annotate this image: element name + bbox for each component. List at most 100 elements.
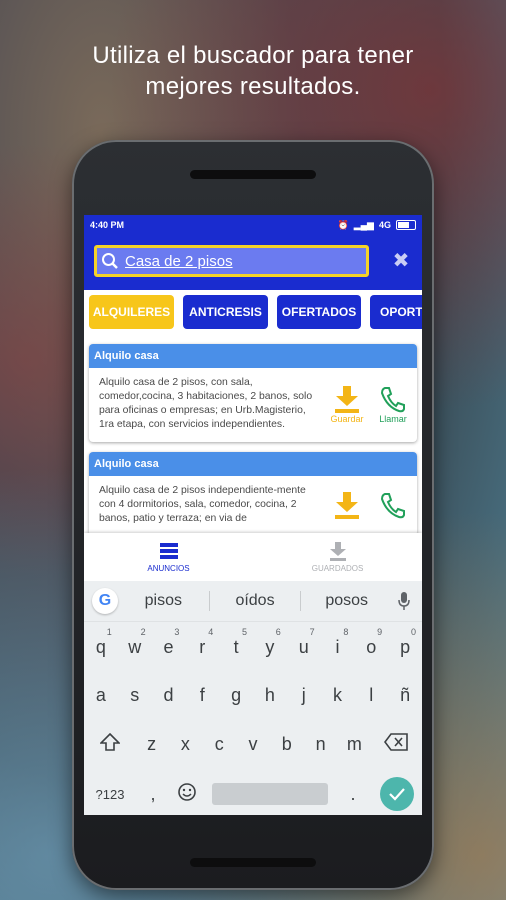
- status-bar: 4:40 PM ⏰ ▂▄▆ 4G: [84, 215, 422, 235]
- tab-oportunidades[interactable]: OPORTU: [370, 295, 422, 329]
- key-hint: 1: [106, 627, 112, 637]
- checkmark-icon: [389, 788, 405, 801]
- key-row-4: ?123 , .: [84, 777, 422, 811]
- nav-anuncios[interactable]: ANUNCIOS: [84, 533, 253, 581]
- key[interactable]: t5: [219, 627, 253, 658]
- promo-headline: Utiliza el buscador para tener mejores r…: [0, 40, 506, 102]
- google-icon[interactable]: G: [92, 588, 118, 614]
- symbols-key[interactable]: ?123: [84, 787, 136, 802]
- key[interactable]: v: [236, 734, 270, 755]
- headline-line-1: Utiliza el buscador para tener: [92, 42, 414, 69]
- battery-icon: [396, 220, 416, 230]
- key-hint: 5: [241, 627, 247, 637]
- emoji-icon[interactable]: [170, 782, 204, 807]
- key[interactable]: d: [152, 685, 186, 706]
- call-button[interactable]: Llamar: [375, 384, 411, 424]
- category-tabs: ALQUILERES ANTICRESIS OFERTADOS OPORTU: [84, 290, 422, 336]
- tab-alquileres[interactable]: ALQUILERES: [89, 295, 174, 329]
- nav-guardados[interactable]: GUARDADOS: [253, 533, 422, 581]
- listing-list: Alquilo casa Alquilo casa de 2 pisos, co…: [84, 344, 422, 536]
- key[interactable]: j: [287, 685, 321, 706]
- bottom-navigation: ANUNCIOS GUARDADOS: [84, 533, 422, 581]
- listing-title: Alquilo casa: [89, 344, 417, 368]
- listing-description: Alquilo casa de 2 pisos, con sala, comed…: [99, 377, 313, 430]
- key[interactable]: z: [135, 734, 169, 755]
- signal-icon: ▂▄▆: [353, 219, 374, 230]
- key-hint: 8: [343, 627, 349, 637]
- key[interactable]: c: [202, 734, 236, 755]
- suggestion-bar: G pisos oídos posos: [84, 581, 422, 622]
- search-box[interactable]: [94, 245, 369, 277]
- menu-icon: [159, 543, 178, 559]
- key[interactable]: a: [84, 685, 118, 706]
- enter-key[interactable]: [380, 777, 414, 811]
- key[interactable]: x: [169, 734, 203, 755]
- key-row-3: zxcvbnm: [84, 732, 422, 756]
- listing-card[interactable]: Alquilo casa Alquilo casa de 2 pisos, co…: [89, 344, 417, 442]
- microphone-icon[interactable]: [392, 592, 416, 610]
- key[interactable]: u7: [287, 627, 321, 658]
- app-bar: ✖: [84, 235, 422, 290]
- key[interactable]: f: [185, 685, 219, 706]
- save-button[interactable]: [329, 490, 365, 520]
- shift-key[interactable]: [85, 732, 135, 756]
- alarm-icon: ⏰: [337, 219, 349, 230]
- key[interactable]: ñ: [388, 685, 422, 706]
- comma-key[interactable]: ,: [136, 784, 170, 805]
- key[interactable]: m: [337, 734, 371, 755]
- key-hint: 6: [275, 627, 281, 637]
- phone-icon: [380, 387, 405, 413]
- key-hint: 3: [174, 627, 180, 637]
- key-hint: 9: [377, 627, 383, 637]
- key[interactable]: q1: [84, 627, 118, 658]
- save-button[interactable]: Guardar: [329, 384, 365, 424]
- top-speaker: [190, 170, 316, 179]
- status-time: 4:40 PM: [90, 220, 125, 230]
- tab-ofertados[interactable]: OFERTADOS: [277, 295, 361, 329]
- key[interactable]: h: [253, 685, 287, 706]
- key[interactable]: i8: [321, 627, 355, 658]
- nav-guardados-label: GUARDADOS: [311, 564, 364, 573]
- suggestion[interactable]: oídos: [210, 592, 301, 610]
- network-type: 4G: [378, 220, 391, 230]
- save-label: Guardar: [330, 414, 364, 424]
- key[interactable]: n: [304, 734, 338, 755]
- key[interactable]: r4: [185, 627, 219, 658]
- key[interactable]: e3: [152, 627, 186, 658]
- nav-anuncios-label: ANUNCIOS: [147, 564, 190, 573]
- key-row-1: q1w2e3r4t5y6u7i8o9p0: [84, 627, 422, 658]
- key[interactable]: g: [219, 685, 253, 706]
- bottom-speaker: [190, 858, 316, 867]
- phone-icon: [380, 493, 405, 519]
- listing-card[interactable]: Alquilo casa Alquilo casa de 2 pisos ind…: [89, 452, 417, 536]
- suggestion[interactable]: posos: [301, 592, 392, 610]
- headline-line-2: mejores resultados.: [145, 73, 361, 100]
- key-hint: 4: [208, 627, 214, 637]
- key[interactable]: p0: [388, 627, 422, 658]
- call-button[interactable]: [375, 490, 411, 520]
- clear-search-icon[interactable]: ✖: [390, 249, 412, 272]
- space-bar[interactable]: [212, 783, 328, 805]
- period-key[interactable]: .: [336, 784, 370, 805]
- key[interactable]: s: [118, 685, 152, 706]
- key[interactable]: l: [354, 685, 388, 706]
- tab-anticresis[interactable]: ANTICRESIS: [183, 295, 268, 329]
- call-label: Llamar: [379, 414, 407, 424]
- search-icon: [97, 252, 123, 270]
- key[interactable]: o9: [354, 627, 388, 658]
- key-row-2: asdfghjklñ: [84, 685, 422, 706]
- download-icon: [335, 386, 359, 413]
- search-input[interactable]: [123, 251, 347, 271]
- listing-title: Alquilo casa: [89, 452, 417, 476]
- key[interactable]: k: [321, 685, 355, 706]
- key[interactable]: b: [270, 734, 304, 755]
- key[interactable]: y6: [253, 627, 287, 658]
- soft-keyboard: G pisos oídos posos q1w2e3r4t5y6u7i8o9p0…: [84, 581, 422, 815]
- app-screen: 4:40 PM ⏰ ▂▄▆ 4G ✖ ALQUILERES ANTICRESIS…: [84, 215, 422, 815]
- key-hint: 7: [309, 627, 315, 637]
- download-icon: [335, 492, 359, 519]
- key[interactable]: w2: [118, 627, 152, 658]
- download-icon: [329, 542, 346, 561]
- backspace-key[interactable]: [371, 733, 421, 756]
- suggestion[interactable]: pisos: [118, 592, 209, 610]
